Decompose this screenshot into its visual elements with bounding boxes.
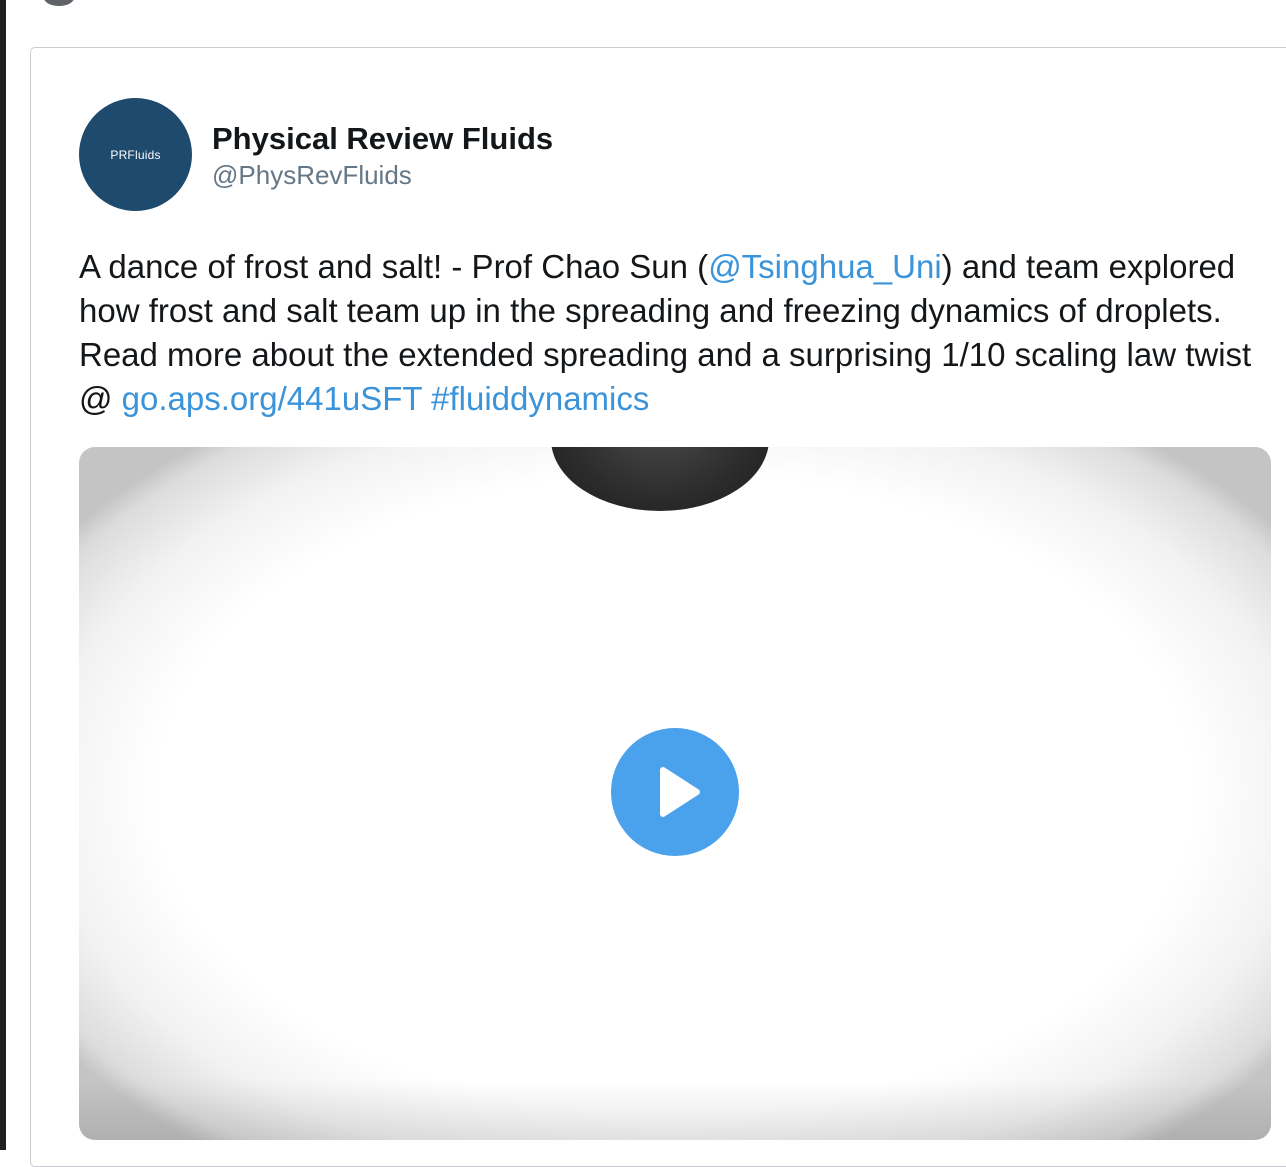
avatar[interactable]: PRFluids bbox=[79, 98, 192, 211]
author-name[interactable]: Physical Review Fluids bbox=[212, 121, 553, 157]
window-edge bbox=[0, 0, 6, 1150]
partial-avatar bbox=[44, 0, 74, 6]
url-link[interactable]: go.aps.org/441uSFT bbox=[122, 380, 422, 417]
mention-link[interactable]: @Tsinghua_Uni bbox=[708, 248, 941, 285]
author-handle[interactable]: @PhysRevFluids bbox=[212, 160, 412, 191]
play-icon bbox=[660, 767, 700, 817]
play-button[interactable] bbox=[611, 728, 739, 856]
avatar-label: PRFluids bbox=[110, 147, 161, 162]
video-player[interactable] bbox=[79, 447, 1271, 1140]
tweet-text-part-1: A dance of frost and salt! - Prof Chao S… bbox=[79, 248, 709, 285]
tweet-text: A dance of frost and salt! - Prof Chao S… bbox=[79, 245, 1269, 421]
hashtag-link[interactable]: #fluiddynamics bbox=[431, 380, 649, 417]
droplet-image bbox=[551, 447, 769, 511]
